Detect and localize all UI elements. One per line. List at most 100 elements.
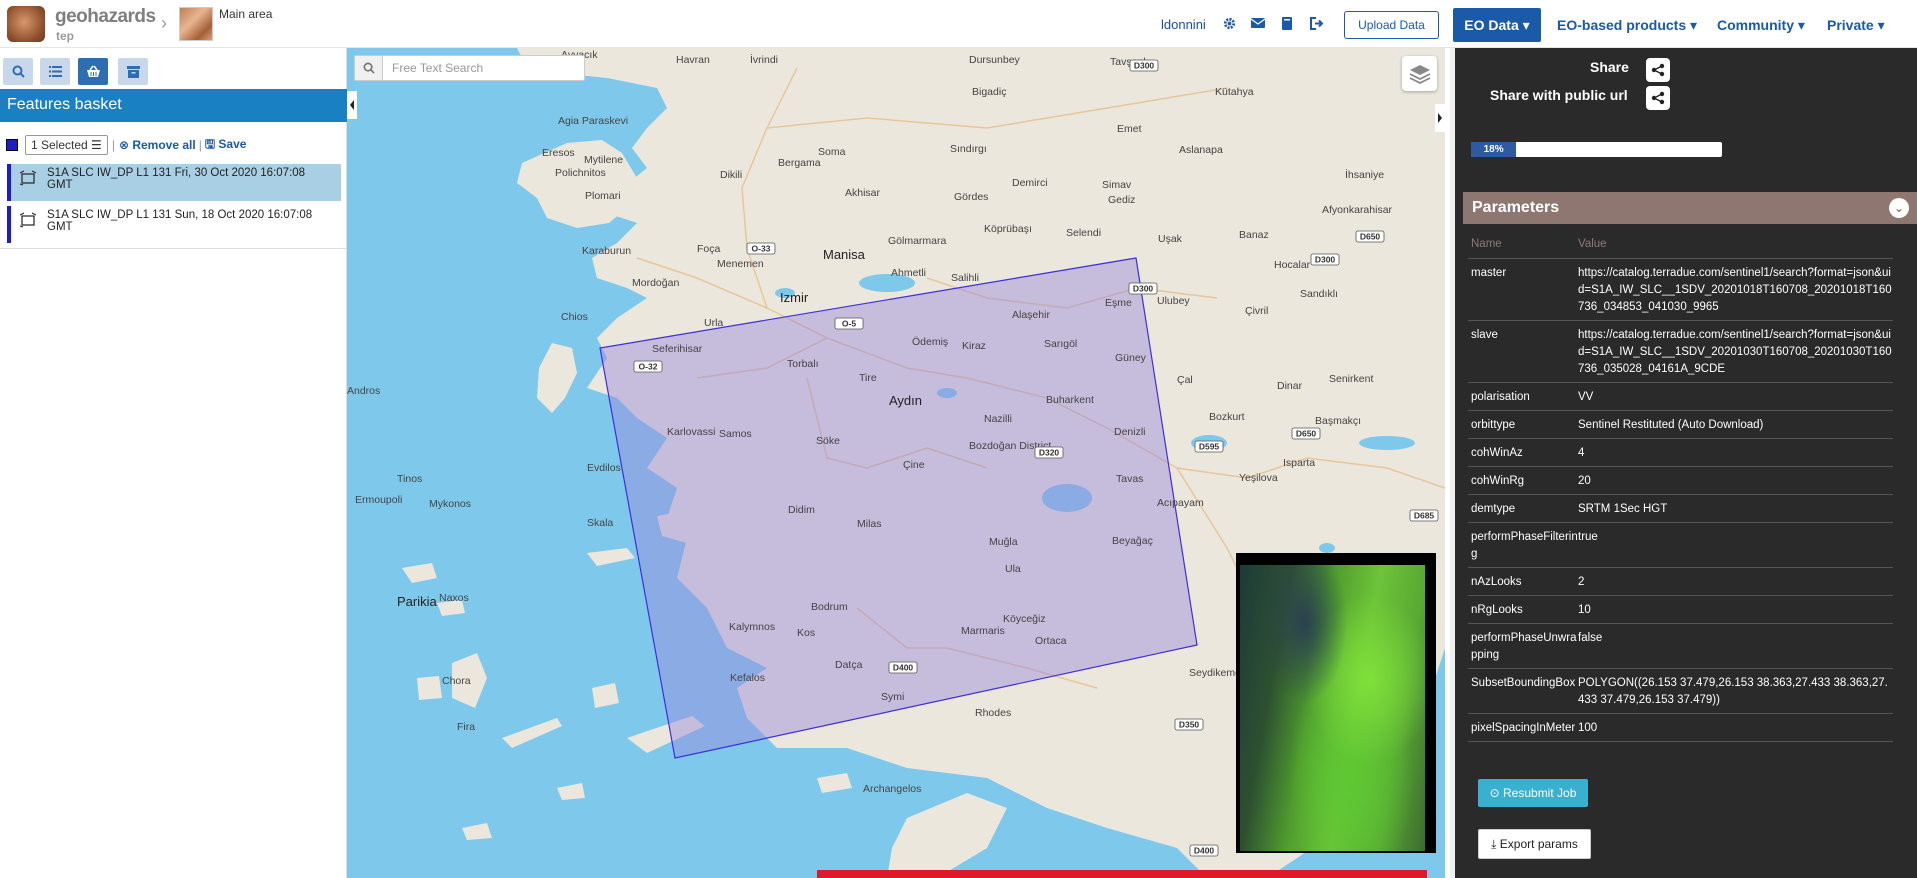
user-link[interactable]: ldonnini: [1161, 17, 1206, 32]
chevron-left-icon: [350, 100, 354, 110]
list-icon: [48, 66, 62, 77]
place-label: Plomari: [585, 190, 621, 202]
chevron-down-icon[interactable]: ⌄: [1889, 198, 1909, 218]
map-search[interactable]: Free Text Search: [354, 55, 585, 81]
layers-icon: [1409, 64, 1430, 84]
feature-label: S1A SLC IW_DP L1 131 Fri, 30 Oct 2020 16…: [47, 167, 306, 191]
place-label: Skala: [587, 517, 613, 529]
satellite-footprint-icon: [19, 212, 37, 228]
place-label: Başmakçı: [1315, 415, 1361, 427]
table-row: demtype SRTM 1Sec HGT: [1468, 495, 1893, 523]
remove-all-label: Remove all: [132, 138, 196, 152]
area-label[interactable]: Main area: [219, 7, 272, 21]
place-label: Mordoğan: [632, 277, 679, 289]
map-view[interactable]: AyvacıkHavranİvrindiDursunbeyTavşanlıBig…: [347, 48, 1445, 878]
layers-button[interactable]: [1402, 56, 1437, 91]
features-basket-title: Features basket: [0, 89, 347, 122]
save-label: Save: [218, 136, 247, 151]
place-label: Çivril: [1245, 305, 1268, 317]
logout-icon[interactable]: [1310, 17, 1324, 30]
nav-community[interactable]: Community ▾: [1717, 17, 1805, 34]
place-label: Bergama: [778, 157, 821, 169]
remove-all-link[interactable]: ⊗ Remove all: [119, 138, 196, 152]
place-label: Soma: [818, 146, 846, 158]
mail-icon[interactable]: [1250, 17, 1266, 30]
quicklook-preview[interactable]: [1236, 553, 1436, 853]
place-label: Nazilli: [984, 413, 1012, 425]
place-label: Milas: [857, 518, 882, 530]
param-value: false: [1578, 632, 1603, 644]
place-label: Evdilos: [587, 462, 621, 474]
place-label: Bozkurt: [1209, 411, 1245, 423]
place-label: Gördes: [954, 191, 988, 203]
place-label: Aslanapa: [1179, 144, 1223, 156]
param-value: 10: [1578, 604, 1591, 616]
road-shield: D300: [1310, 253, 1340, 266]
resubmit-job-button[interactable]: ⊙ Resubmit Job: [1478, 779, 1588, 807]
place-label: Gediz: [1108, 194, 1135, 206]
chevron-right-icon: [1438, 113, 1442, 123]
nav-eo-data[interactable]: EO Data ▾: [1453, 8, 1541, 42]
place-label: Seferihisar: [652, 343, 703, 355]
brand-name[interactable]: geohazards: [55, 6, 156, 28]
place-label: Tire: [859, 372, 877, 384]
settings-icon[interactable]: [1223, 17, 1237, 30]
param-value: VV: [1578, 391, 1594, 403]
paros-island: [417, 676, 442, 700]
basket-tool-button[interactable]: [78, 58, 108, 85]
table-row: slave https://catalog.terradue.com/sentin…: [1468, 321, 1893, 383]
place-label: Afyonkarahisar: [1322, 204, 1393, 216]
place-label: Aydın: [889, 393, 922, 408]
parameters-title: Parameters: [1472, 199, 1560, 216]
col-value-header: Value: [1578, 238, 1607, 250]
share-public-button[interactable]: [1646, 86, 1670, 110]
place-label: Tavas: [1116, 473, 1143, 485]
selection-dropdown[interactable]: 1 Selected ☰: [25, 135, 108, 155]
table-row: nAzLooks 2: [1468, 568, 1893, 596]
export-label: Export params: [1499, 837, 1578, 851]
timeline-histogram[interactable]: [817, 870, 1427, 878]
place-label: Ödemiş: [912, 336, 948, 348]
place-label: Kiraz: [962, 340, 986, 352]
tilos-island: [817, 773, 852, 793]
place-label: Havran: [676, 54, 710, 66]
basket-icon: [86, 65, 100, 77]
nav-private[interactable]: Private ▾: [1827, 17, 1885, 34]
share-button[interactable]: [1646, 58, 1670, 82]
area-thumbnail[interactable]: [179, 7, 213, 41]
download-icon: ⤓: [1491, 836, 1500, 851]
upload-data-button[interactable]: Upload Data: [1344, 11, 1439, 39]
place-label: Çine: [903, 459, 925, 471]
place-label: Samos: [719, 428, 752, 440]
collapse-right-panel-button[interactable]: [1435, 104, 1445, 132]
santorini-island: [462, 823, 492, 840]
book-icon[interactable]: [1281, 17, 1295, 30]
road-shield-label: D650: [1360, 232, 1381, 242]
place-label: Dursunbey: [969, 54, 1021, 66]
param-value: true: [1578, 531, 1598, 543]
place-label: Symi: [881, 691, 904, 703]
save-link[interactable]: 🖫 Save: [205, 135, 247, 156]
list-tool-button[interactable]: [40, 58, 70, 85]
road-shield-label: D595: [1199, 442, 1220, 452]
search-tool-button[interactable]: [3, 58, 33, 85]
road-shield: O-5: [834, 317, 864, 330]
select-all-checkbox[interactable]: [6, 139, 18, 151]
geohazards-logo[interactable]: [7, 6, 45, 42]
nav-eo-based-products[interactable]: EO-based products ▾: [1557, 17, 1697, 34]
place-label: Ortaca: [1035, 635, 1067, 647]
place-label: Gölmarmara: [888, 235, 947, 247]
place-label: Polichnitos: [555, 167, 606, 179]
parameters-header[interactable]: Parameters ⌄: [1463, 192, 1917, 224]
feature-item[interactable]: S1A SLC IW_DP L1 131 Fri, 30 Oct 2020 16…: [7, 164, 341, 201]
archive-tool-button[interactable]: [118, 58, 148, 85]
place-label: Çal: [1177, 374, 1193, 386]
param-value: SRTM 1Sec HGT: [1578, 503, 1668, 515]
place-label: Emet: [1117, 123, 1142, 135]
search-icon[interactable]: [355, 56, 383, 80]
place-label: Uşak: [1158, 233, 1183, 245]
collapse-left-panel-button[interactable]: [347, 91, 357, 119]
feature-item[interactable]: S1A SLC IW_DP L1 131 Sun, 18 Oct 2020 16…: [7, 206, 341, 243]
export-params-button[interactable]: ⤓ Export params: [1478, 829, 1591, 859]
param-name: nAzLooks: [1471, 576, 1522, 588]
